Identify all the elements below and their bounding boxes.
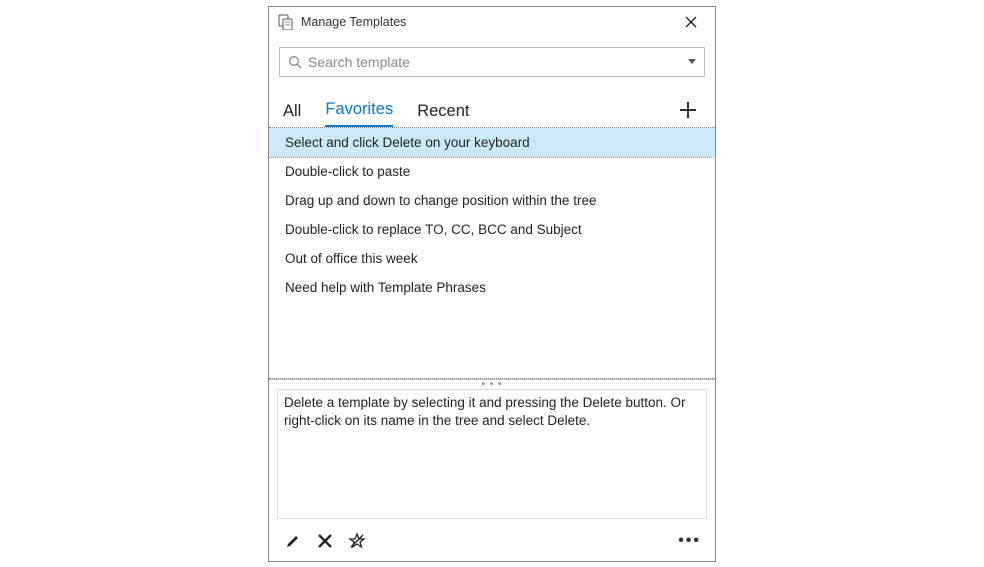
list-item[interactable]: Drag up and down to change position with… (269, 186, 715, 215)
template-list: Select and click Delete on your keyboard… (269, 127, 715, 379)
list-item[interactable]: Need help with Template Phrases (269, 273, 715, 302)
more-button[interactable]: ••• (678, 532, 703, 550)
footer-toolbar: ••• (269, 519, 715, 561)
splitter-handle[interactable]: • • • (269, 379, 715, 389)
search-box[interactable] (279, 47, 705, 77)
add-template-button[interactable] (675, 97, 701, 123)
close-button[interactable] (675, 9, 707, 35)
search-icon (288, 55, 302, 69)
list-item[interactable]: Double-click to paste (269, 157, 715, 186)
templates-icon (277, 13, 295, 31)
tab-recent[interactable]: Recent (417, 98, 469, 127)
edit-button[interactable] (281, 529, 305, 553)
manage-templates-dialog: Manage Templates All Favorites Recent (268, 6, 716, 562)
preview-text: Delete a template by selecting it and pr… (284, 395, 685, 428)
delete-button[interactable] (313, 529, 337, 553)
unfavorite-button[interactable] (345, 529, 369, 553)
preview-pane[interactable]: Delete a template by selecting it and pr… (277, 389, 707, 519)
tab-favorites[interactable]: Favorites (325, 96, 393, 127)
tab-all[interactable]: All (283, 98, 301, 127)
search-input[interactable] (308, 54, 688, 70)
titlebar: Manage Templates (269, 7, 715, 37)
list-item[interactable]: Double-click to replace TO, CC, BCC and … (269, 215, 715, 244)
search-dropdown-caret[interactable] (688, 59, 696, 64)
tabs: All Favorites Recent (269, 81, 715, 127)
list-item[interactable]: Out of office this week (269, 244, 715, 273)
list-item[interactable]: Select and click Delete on your keyboard (269, 128, 715, 157)
window-title: Manage Templates (301, 15, 406, 29)
